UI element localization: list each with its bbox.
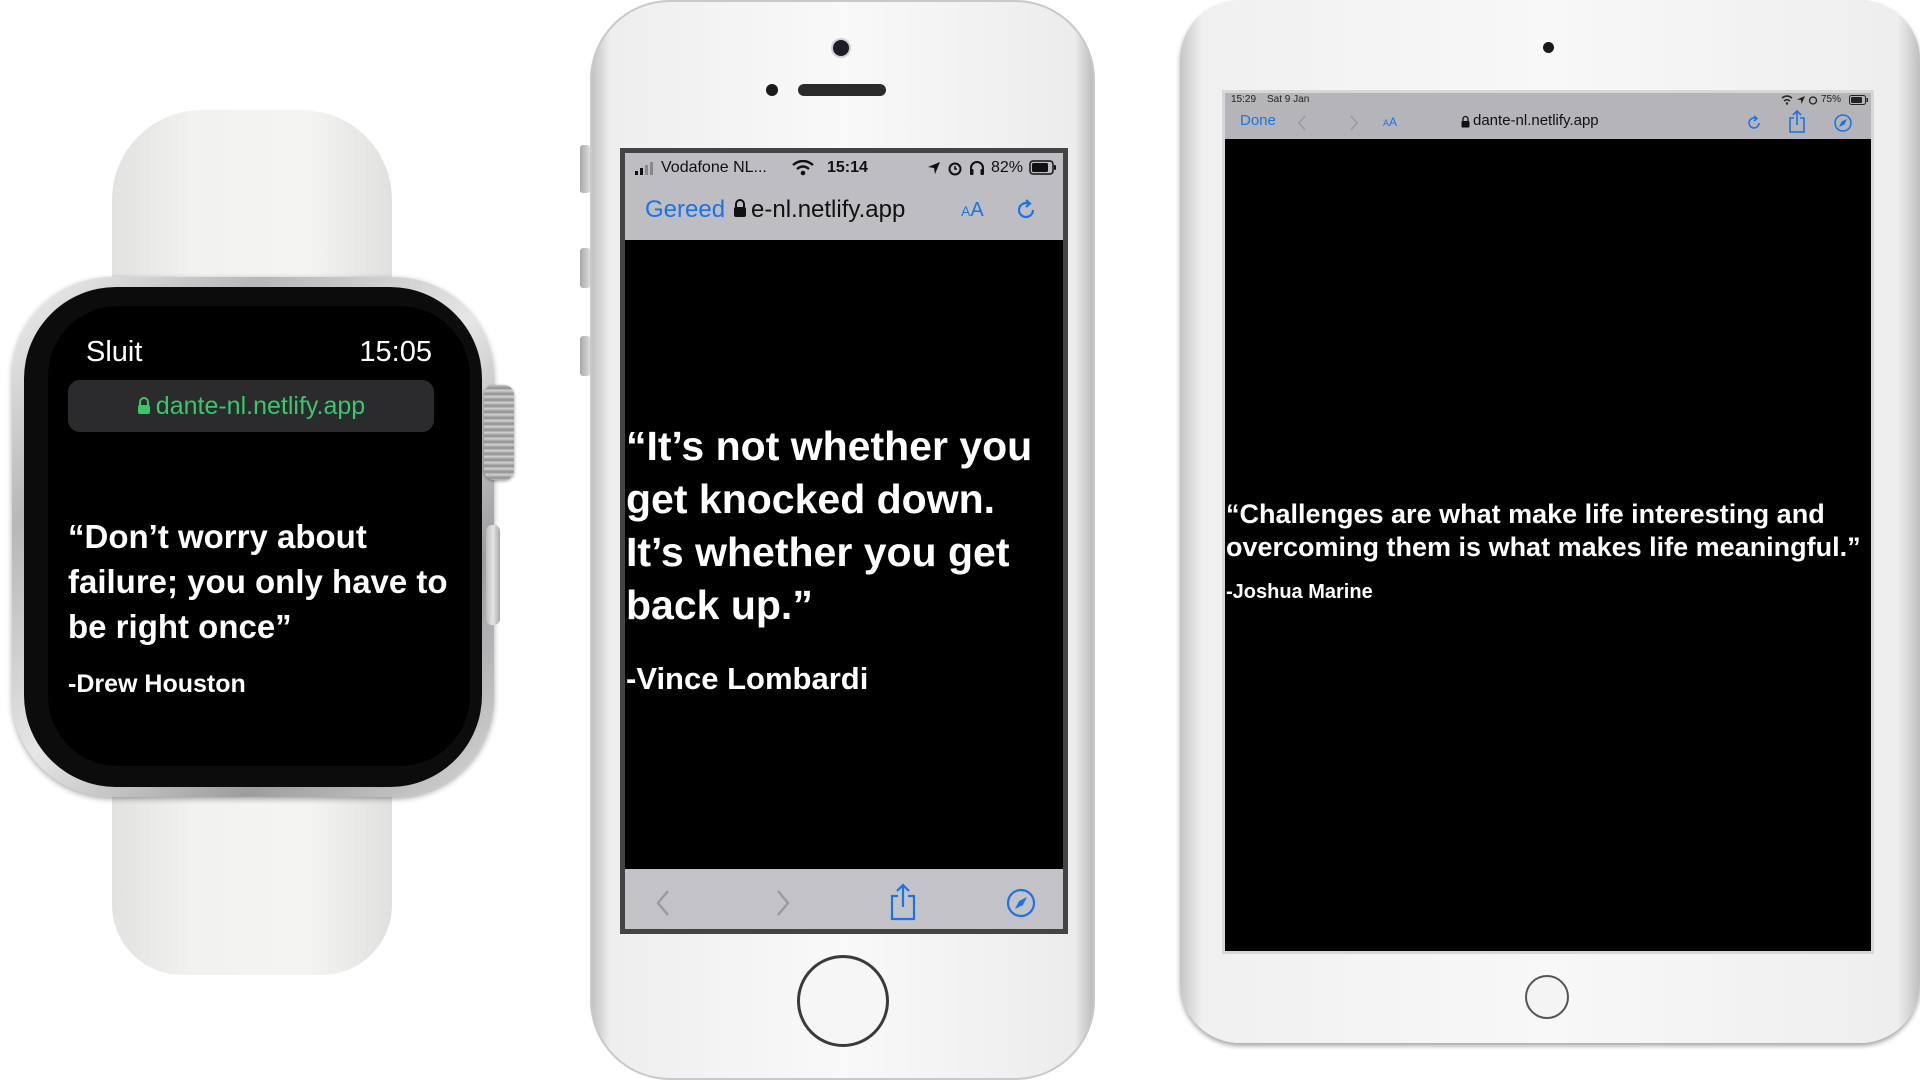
lock-icon xyxy=(734,199,746,217)
tablet-quote: “Challenges are what make life interesti… xyxy=(1226,499,1861,562)
text-size-button[interactable]: AAAA xyxy=(1383,115,1397,129)
back-icon[interactable] xyxy=(1297,115,1307,131)
headphones-icon xyxy=(970,161,984,175)
reload-icon[interactable] xyxy=(1013,197,1039,223)
tablet-screen: 15:29 Sat 9 Jan 75% Done AAAA xyxy=(1222,90,1874,954)
watch-quote: “Don’t worry about failure; you only hav… xyxy=(68,518,448,645)
reload-icon[interactable] xyxy=(1745,114,1763,132)
compass-icon[interactable] xyxy=(1833,113,1853,133)
location-icon xyxy=(1797,96,1805,104)
phone-sensor xyxy=(766,84,778,96)
phone-home-button[interactable] xyxy=(797,955,889,1047)
tablet-url-text[interactable]: dante-nl.netlify.app xyxy=(1473,112,1599,129)
phone-carrier: Vodafone NL... xyxy=(661,159,767,176)
phone-quote: “It’s not whether you get knocked down. … xyxy=(626,423,1033,628)
phone-volume-up xyxy=(580,248,590,288)
signal-icon xyxy=(635,162,653,175)
tablet-clock: 15:29 xyxy=(1231,94,1257,105)
location-icon xyxy=(928,162,940,174)
phone-safari-bar: Gereed e-nl.netlify.app AAAA xyxy=(625,185,1063,240)
share-icon[interactable] xyxy=(888,883,918,921)
tablet-safari-bar: Done AAAA dante-nl.netlify.app xyxy=(1225,107,1871,139)
tablet-status-bar: 15:29 Sat 9 Jan 75% xyxy=(1225,93,1871,107)
phone-clock: 15:14 xyxy=(827,159,868,176)
wifi-icon xyxy=(792,160,814,176)
phone-battery-percent: 82% xyxy=(991,159,1024,176)
lock-icon xyxy=(137,397,150,414)
done-button[interactable]: Done xyxy=(1240,112,1276,129)
wifi-icon xyxy=(1781,95,1793,105)
tablet-home-button[interactable] xyxy=(1525,975,1569,1019)
alarm-icon xyxy=(948,162,962,176)
battery-icon xyxy=(1849,95,1868,105)
tablet-quote-author: -Joshua Marine xyxy=(1226,581,1373,603)
phone-safari-toolbar xyxy=(625,869,1063,929)
phone-status-bar: Vodafone NL... 15:14 82% xyxy=(625,153,1063,185)
phone-mute-switch xyxy=(580,145,590,193)
back-icon[interactable] xyxy=(655,889,671,917)
watch-clock: 15:05 xyxy=(359,336,432,368)
watch-url-bar[interactable]: dante-nl.netlify.app xyxy=(68,380,434,432)
watch-quote-author: -Drew Houston xyxy=(68,670,246,698)
phone-url-text[interactable]: e-nl.netlify.app xyxy=(751,196,905,224)
tablet-battery-percent: 75% xyxy=(1821,94,1842,105)
watch-screen: Sluit 15:05 dante-nl.netlify.app “Don’t … xyxy=(48,306,470,766)
phone-front-camera xyxy=(833,40,849,56)
battery-icon xyxy=(1029,160,1056,175)
compass-icon[interactable] xyxy=(1005,887,1037,919)
watch-url-text: dante-nl.netlify.app xyxy=(155,391,366,420)
lock-icon xyxy=(1461,115,1470,128)
forward-icon[interactable] xyxy=(1349,115,1359,131)
phone-screen: Vodafone NL... 15:14 82% Gereed e-nl.net… xyxy=(620,148,1068,934)
alarm-icon xyxy=(1808,96,1818,105)
phone-earpiece xyxy=(798,84,886,96)
phone-quote-author: -Vince Lombardi xyxy=(626,661,869,696)
forward-icon[interactable] xyxy=(775,889,791,917)
watch-close-button[interactable]: Sluit xyxy=(86,336,142,369)
share-icon[interactable] xyxy=(1787,110,1807,134)
phone-volume-down xyxy=(580,336,590,376)
watch-digital-crown[interactable] xyxy=(484,385,514,480)
done-button[interactable]: Gereed xyxy=(645,196,725,224)
tablet-date: Sat 9 Jan xyxy=(1267,94,1310,105)
tablet-front-camera xyxy=(1543,42,1554,53)
text-size-button[interactable]: AAAA xyxy=(961,199,984,222)
watch-side-button[interactable] xyxy=(486,525,500,625)
